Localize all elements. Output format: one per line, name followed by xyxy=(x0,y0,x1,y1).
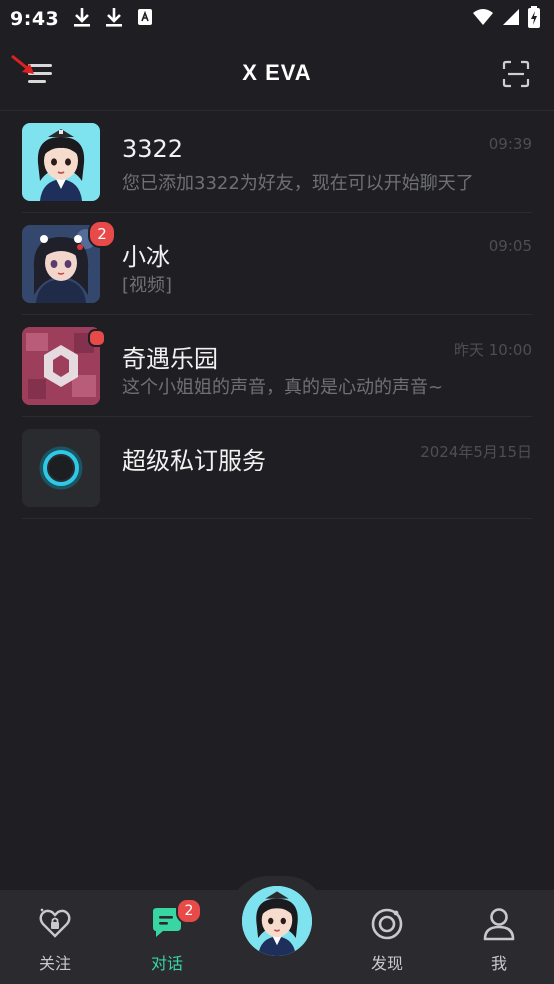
nav-chat[interactable]: 2 对话 xyxy=(122,890,212,984)
chat-name: 超级私订服务 xyxy=(122,447,266,475)
wifi-icon xyxy=(472,8,494,30)
app-header: X EVA xyxy=(0,38,554,111)
text-document-icon xyxy=(137,8,153,30)
nav-chat-badge: 2 xyxy=(176,898,202,924)
chat-name: 奇遇乐园 xyxy=(122,345,218,373)
avatar xyxy=(22,123,100,201)
status-bar: 9:43 xyxy=(0,0,554,38)
signal-icon xyxy=(502,8,520,30)
chat-last-message: 这个小姐姐的声音，真的是心动的声音~ xyxy=(122,377,444,398)
unread-dot xyxy=(88,329,106,347)
download-icon xyxy=(105,7,123,31)
nav-follow[interactable]: 关注 xyxy=(10,890,100,984)
nav-me[interactable]: 我 xyxy=(454,890,544,984)
chat-item-xiaobing[interactable]: 2 小冰 [视频] 09:05 xyxy=(22,213,532,315)
chat-time: 09:05 xyxy=(488,237,532,255)
chat-name: 3322 xyxy=(122,135,184,163)
chat-time: 09:39 xyxy=(488,135,532,153)
heart-lock-icon xyxy=(39,908,71,938)
avatar xyxy=(242,886,312,956)
bottom-nav: 关注 2 对话 发现 我 xyxy=(0,876,554,984)
chat-time: 2024年5月15日 xyxy=(420,443,532,461)
nav-chat-label: 对话 xyxy=(150,954,183,973)
avatar xyxy=(22,429,100,507)
chat-list: 3322 您已添加3322为好友，现在可以开始聊天了 09:39 2 小冰 [视… xyxy=(0,111,554,519)
chat-last-message: [视频] xyxy=(122,275,173,296)
app-title: X EVA xyxy=(242,60,312,85)
status-time: 9:43 xyxy=(10,8,60,30)
chat-item-super-private-service[interactable]: 超级私订服务 2024年5月15日 xyxy=(22,417,532,519)
download-icon xyxy=(73,7,91,31)
person-icon xyxy=(483,908,515,941)
chat-item-3322[interactable]: 3322 您已添加3322为好友，现在可以开始聊天了 09:39 xyxy=(22,111,532,213)
nav-discover-label: 发现 xyxy=(370,954,403,973)
discover-icon xyxy=(371,908,403,940)
center-avatar-button[interactable] xyxy=(242,886,312,956)
unread-badge: 2 xyxy=(88,220,116,248)
nav-discover[interactable]: 发现 xyxy=(342,890,432,984)
battery-charging-icon xyxy=(528,6,540,32)
chat-time: 昨天 10:00 xyxy=(454,341,532,359)
scan-icon xyxy=(502,60,530,88)
nav-me-label: 我 xyxy=(490,954,507,973)
nav-follow-label: 关注 xyxy=(38,954,71,973)
scan-button[interactable] xyxy=(502,60,530,88)
chat-last-message: 您已添加3322为好友，现在可以开始聊天了 xyxy=(122,173,474,194)
chat-item-qiyu-leyuan[interactable]: 奇遇乐园 这个小姐姐的声音，真的是心动的声音~ 昨天 10:00 xyxy=(22,315,532,417)
chat-name: 小冰 xyxy=(122,243,170,271)
